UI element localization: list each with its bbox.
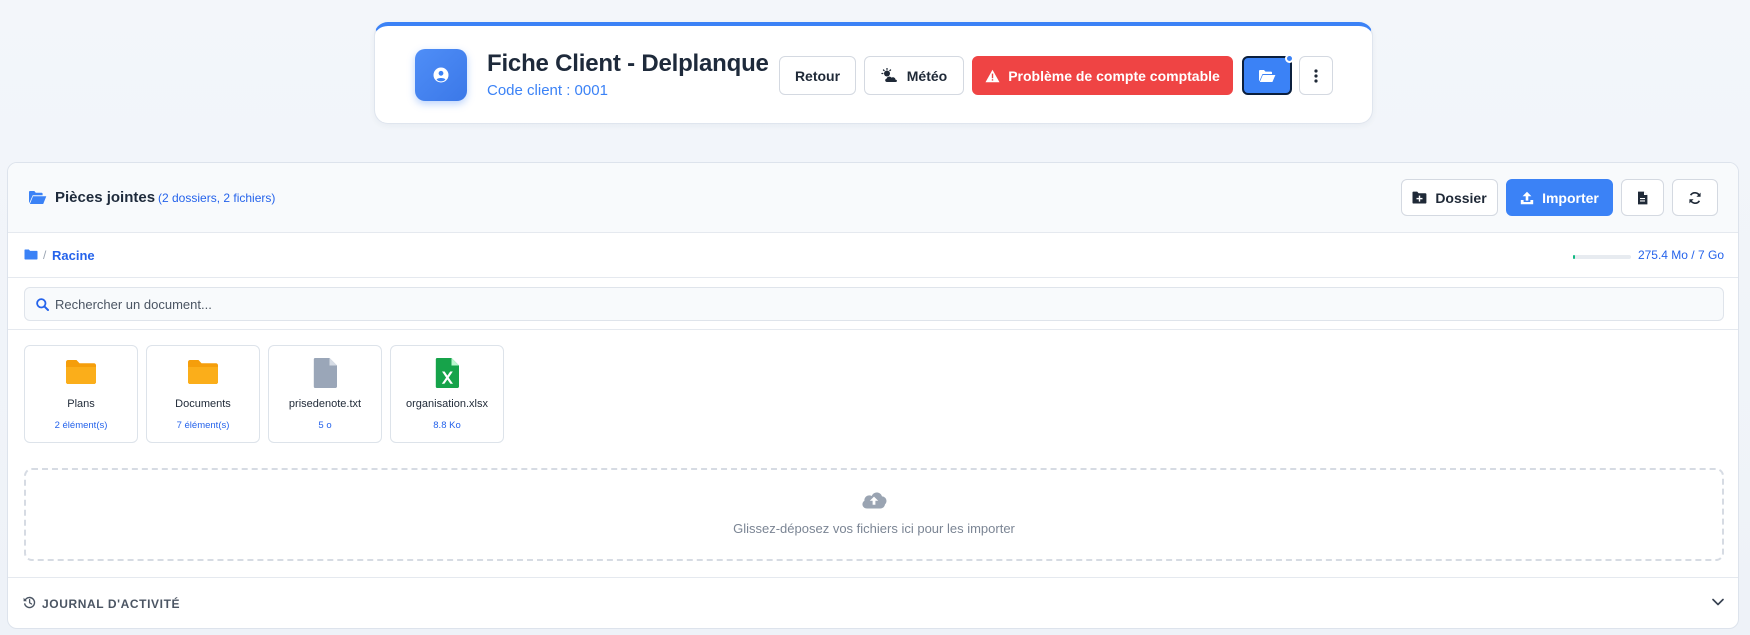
file-icon bbox=[313, 358, 337, 388]
cloud-sun-icon bbox=[881, 67, 897, 82]
client-header-card: Fiche Client - Delplanque Code client : … bbox=[374, 22, 1373, 124]
accounting-problem-label: Problème de compte comptable bbox=[1008, 67, 1220, 84]
search-row bbox=[8, 278, 1738, 330]
folder-open-icon bbox=[1259, 69, 1276, 82]
upload-dropzone[interactable]: Glissez-déposez vos fichiers ici pour le… bbox=[24, 468, 1724, 561]
page-title: Fiche Client - Delplanque bbox=[487, 50, 769, 77]
import-button[interactable]: Importer bbox=[1506, 179, 1613, 216]
dropzone-text: Glissez-déposez vos fichiers ici pour le… bbox=[733, 521, 1015, 536]
refresh-icon bbox=[1689, 191, 1701, 204]
attachments-toggle-button[interactable] bbox=[1242, 54, 1294, 95]
folder-tile-plans[interactable]: Plans 2 élément(s) bbox=[24, 345, 138, 443]
search-icon bbox=[36, 298, 49, 311]
folder-tile-documents[interactable]: Documents 7 élément(s) bbox=[146, 345, 260, 443]
history-icon bbox=[23, 596, 36, 609]
activity-log-label: JOURNAL D'ACTIVITÉ bbox=[42, 597, 181, 611]
search-box[interactable] bbox=[24, 287, 1724, 321]
file-tile-prisedenote[interactable]: prisedenote.txt 5 o bbox=[268, 345, 382, 443]
tile-name: prisedenote.txt bbox=[288, 398, 362, 410]
tile-meta: 7 élément(s) bbox=[176, 420, 230, 431]
search-input[interactable] bbox=[55, 288, 1715, 320]
folder-icon bbox=[66, 360, 96, 384]
breadcrumb-root[interactable]: Racine bbox=[52, 248, 95, 263]
client-avatar bbox=[415, 49, 467, 101]
storage-usage-bar bbox=[1573, 255, 1631, 259]
chevron-down-icon bbox=[1712, 598, 1724, 606]
cloud-upload-icon bbox=[862, 492, 887, 509]
tile-name: organisation.xlsx bbox=[406, 398, 488, 410]
user-circle-icon bbox=[433, 67, 449, 83]
activity-log-toggle[interactable]: JOURNAL D'ACTIVITÉ bbox=[8, 577, 1738, 628]
new-document-button[interactable] bbox=[1621, 179, 1664, 216]
upload-icon bbox=[1520, 191, 1534, 204]
breadcrumb: / Racine 275.4 Mo / 7 Go bbox=[8, 233, 1738, 278]
attachments-panel: Pièces jointes (2 dossiers, 2 fichiers) … bbox=[7, 162, 1739, 629]
file-tile-organisation[interactable]: organisation.xlsx 8.8 Ko bbox=[390, 345, 504, 443]
attachments-header: Pièces jointes (2 dossiers, 2 fichiers) … bbox=[8, 163, 1738, 233]
attachments-count: (2 dossiers, 2 fichiers) bbox=[158, 191, 276, 205]
weather-button[interactable]: Météo bbox=[864, 56, 964, 95]
folder-icon bbox=[188, 360, 218, 384]
more-options-button[interactable] bbox=[1299, 56, 1333, 95]
refresh-button[interactable] bbox=[1672, 179, 1718, 216]
storage-usage-text: 275.4 Mo / 7 Go bbox=[1637, 248, 1724, 262]
folder-icon bbox=[24, 249, 38, 260]
tile-meta: 5 o bbox=[318, 420, 332, 431]
accounting-problem-button[interactable]: Problème de compte comptable bbox=[972, 56, 1233, 95]
tile-meta: 8.8 Ko bbox=[433, 420, 461, 431]
excel-file-icon bbox=[435, 358, 459, 388]
vertical-ellipsis-icon bbox=[1314, 68, 1318, 83]
warning-triangle-icon bbox=[985, 69, 1000, 82]
tile-meta: 2 élément(s) bbox=[54, 420, 108, 431]
new-folder-label: Dossier bbox=[1435, 189, 1487, 206]
folder-plus-icon bbox=[1412, 191, 1427, 204]
tile-name: Documents bbox=[175, 398, 231, 410]
folder-open-icon bbox=[29, 191, 47, 204]
back-button-label: Retour bbox=[794, 67, 841, 84]
weather-button-label: Météo bbox=[906, 67, 948, 84]
file-text-icon bbox=[1638, 191, 1648, 204]
attachments-title: Pièces jointes bbox=[55, 189, 156, 206]
storage-usage-fill bbox=[1573, 255, 1576, 259]
client-code: Code client : 0001 bbox=[487, 82, 608, 99]
import-label: Importer bbox=[1542, 189, 1599, 206]
breadcrumb-separator: / bbox=[43, 248, 47, 262]
notification-dot bbox=[1285, 54, 1294, 63]
new-folder-button[interactable]: Dossier bbox=[1401, 179, 1498, 216]
tile-name: Plans bbox=[67, 398, 95, 410]
back-button[interactable]: Retour bbox=[779, 56, 856, 95]
